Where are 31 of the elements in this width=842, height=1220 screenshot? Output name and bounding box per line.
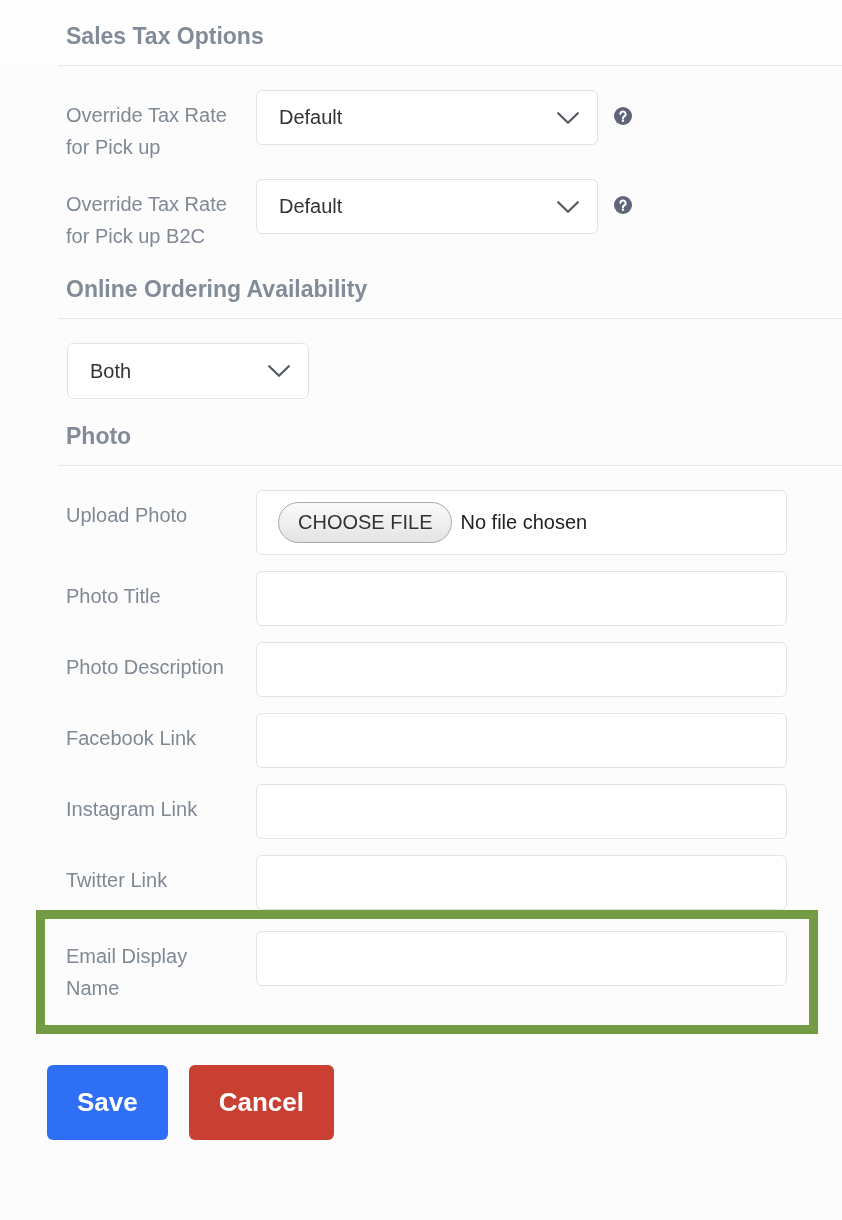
choose-file-button[interactable]: CHOOSE FILE [278,502,453,543]
dropdown-select[interactable]: Default [256,90,598,145]
text-input-field[interactable] [256,571,787,626]
field-label: Photo Description [65,655,225,680]
dropdown-select[interactable]: Default [256,179,598,234]
chevron-down-icon [268,365,290,377]
chevron-down-icon [557,200,579,213]
file-status-text: No file chosen [460,511,588,534]
dropdown-select[interactable]: Both [67,343,309,399]
file-upload-field[interactable]: CHOOSE FILE No file chosen [256,490,787,555]
field-label: Upload Photo [65,503,189,528]
section-heading: Sales Tax Options [58,21,842,66]
section-heading: Online Ordering Availability [58,274,842,319]
cancel-button[interactable]: Cancel [188,1065,334,1140]
help-icon[interactable] [614,107,632,125]
help-icon[interactable] [614,196,632,214]
save-button[interactable]: Save [47,1065,168,1140]
field-label: Twitter Link [65,868,169,893]
field-label: Facebook Link [65,726,198,751]
text-input-field[interactable] [256,642,787,697]
field-label: Photo Title [65,584,162,609]
field-label: Instagram Link [65,797,199,822]
chevron-down-icon [557,111,579,124]
field-label: Override Tax Rate for Pick up [65,103,228,160]
field-label: Email Display Name [65,944,189,1001]
section-heading: Photo [58,421,842,466]
text-input-field[interactable] [256,931,787,986]
field-label: Override Tax Rate for Pick up B2C [65,192,228,249]
text-input-field[interactable] [256,713,787,768]
text-input-field[interactable] [256,855,787,910]
text-input-field[interactable] [256,784,787,839]
